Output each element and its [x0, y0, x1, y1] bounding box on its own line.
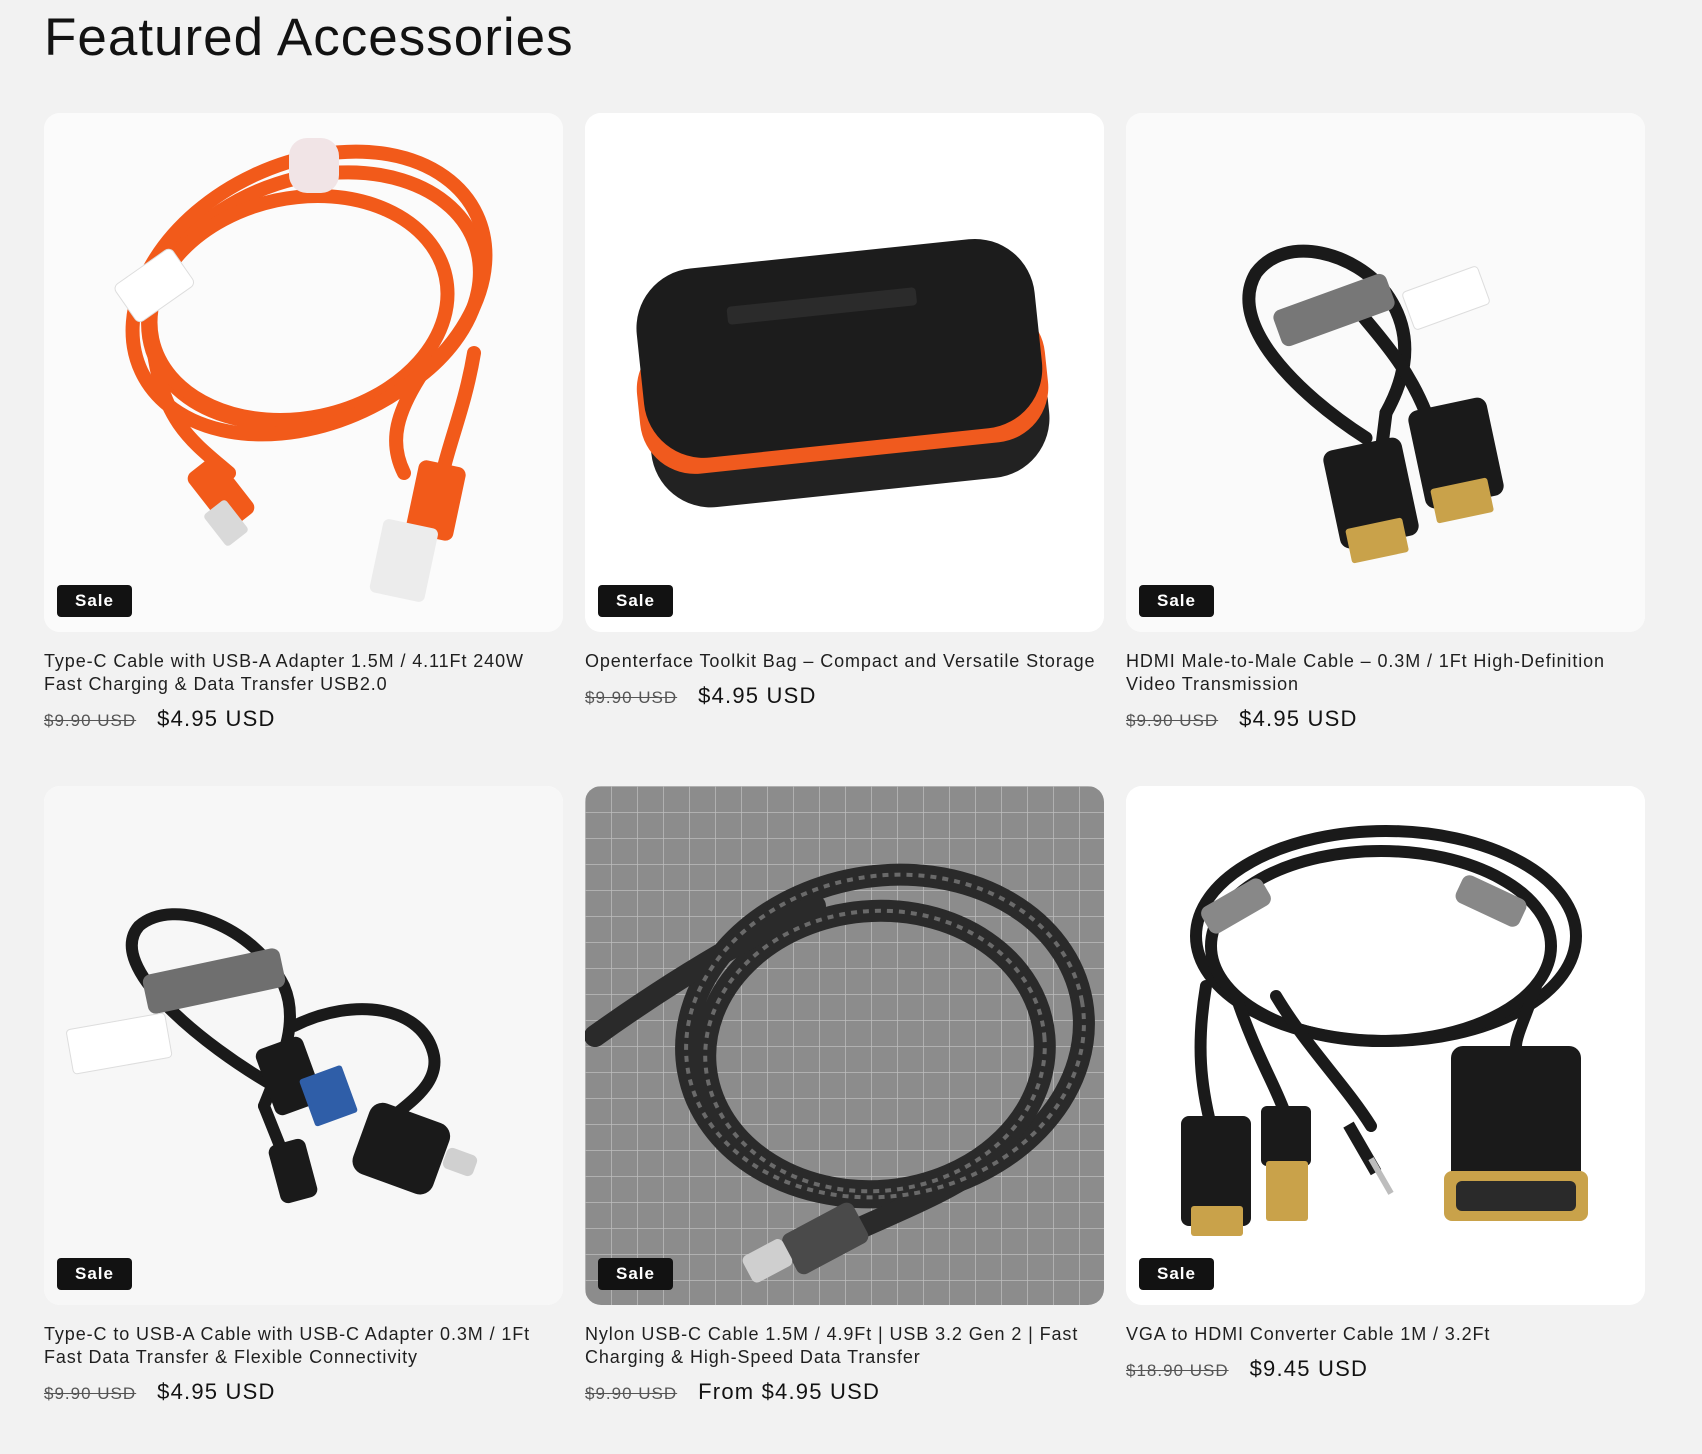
product-card-usb-c-short-cable[interactable]: Sale Type-C to USB-A Cable with USB-C Ad… — [44, 786, 563, 1413]
product-title[interactable]: Type-C to USB-A Cable with USB-C Adapter… — [44, 1323, 563, 1369]
sale-badge: Sale — [598, 585, 673, 617]
sale-price: From $4.95 USD — [698, 1379, 881, 1404]
sale-price: $4.95 USD — [157, 706, 276, 731]
sale-badge: Sale — [57, 585, 132, 617]
product-image-nylon-usb-c-cable[interactable]: Sale — [585, 786, 1104, 1305]
hdmi-cable-image — [1126, 113, 1645, 632]
toolkit-bag-image — [585, 113, 1104, 632]
product-title[interactable]: HDMI Male-to-Male Cable – 0.3M / 1Ft Hig… — [1126, 650, 1645, 696]
compare-at-price: $9.90 USD — [585, 1384, 678, 1403]
price-row: $9.90 USD From $4.95 USD — [585, 1379, 1104, 1405]
nylon-cable-image — [585, 786, 1104, 1305]
product-card-hdmi-cable[interactable]: Sale HDMI Male-to-Male Cable – 0.3M / 1F… — [1126, 113, 1645, 740]
price-row: $9.90 USD $4.95 USD — [1126, 706, 1645, 732]
product-title[interactable]: Type-C Cable with USB-A Adapter 1.5M / 4… — [44, 650, 563, 696]
product-image-hdmi-cable[interactable]: Sale — [1126, 113, 1645, 632]
price-row: $9.90 USD $4.95 USD — [585, 683, 1104, 709]
product-title[interactable]: Nylon USB-C Cable 1.5M / 4.9Ft | USB 3.2… — [585, 1323, 1104, 1369]
compare-at-price: $9.90 USD — [44, 711, 137, 730]
sale-price: $4.95 USD — [157, 1379, 276, 1404]
product-card-orange-usb-c-cable[interactable]: Sale Type-C Cable with USB-A Adapter 1.5… — [44, 113, 563, 740]
product-grid: Sale Type-C Cable with USB-A Adapter 1.5… — [44, 113, 1645, 1413]
sale-price: $4.95 USD — [1239, 706, 1358, 731]
sale-price: $9.45 USD — [1249, 1356, 1369, 1381]
price-row: $9.90 USD $4.95 USD — [44, 706, 563, 732]
sale-badge: Sale — [598, 1258, 673, 1290]
product-card-vga-to-hdmi-cable[interactable]: Sale VGA to HDMI Converter Cable 1M / 3.… — [1126, 786, 1645, 1413]
product-image-vga-to-hdmi-cable[interactable]: Sale — [1126, 786, 1645, 1305]
sale-price: $4.95 USD — [698, 683, 817, 708]
product-card-toolkit-bag[interactable]: Sale Openterface Toolkit Bag – Compact a… — [585, 113, 1104, 740]
product-title[interactable]: VGA to HDMI Converter Cable 1M / 3.2Ft — [1126, 1323, 1645, 1346]
vga-to-hdmi-image — [1126, 786, 1645, 1305]
product-image-usb-c-short-cable[interactable]: Sale — [44, 786, 563, 1305]
compare-at-price: $9.90 USD — [1126, 711, 1219, 730]
price-row: $18.90 USD $9.45 USD — [1126, 1356, 1645, 1382]
product-image-toolkit-bag[interactable]: Sale — [585, 113, 1104, 632]
compare-at-price: $18.90 USD — [1126, 1361, 1229, 1380]
orange-cable-image — [44, 113, 563, 632]
compare-at-price: $9.90 USD — [44, 1384, 137, 1403]
sale-badge: Sale — [57, 1258, 132, 1290]
price-row: $9.90 USD $4.95 USD — [44, 1379, 563, 1405]
compare-at-price: $9.90 USD — [585, 688, 678, 707]
usb-c-short-cable-image — [44, 786, 563, 1305]
product-image-orange-usb-c-cable[interactable]: Sale — [44, 113, 563, 632]
featured-accessories-page: Featured Accessories Sale Type-C Cable w… — [0, 0, 1702, 1454]
sale-badge: Sale — [1139, 1258, 1214, 1290]
sale-badge: Sale — [1139, 585, 1214, 617]
product-title[interactable]: Openterface Toolkit Bag – Compact and Ve… — [585, 650, 1104, 673]
section-heading: Featured Accessories — [44, 8, 574, 67]
product-card-nylon-usb-c-cable[interactable]: Sale Nylon USB-C Cable 1.5M / 4.9Ft | US… — [585, 786, 1104, 1413]
